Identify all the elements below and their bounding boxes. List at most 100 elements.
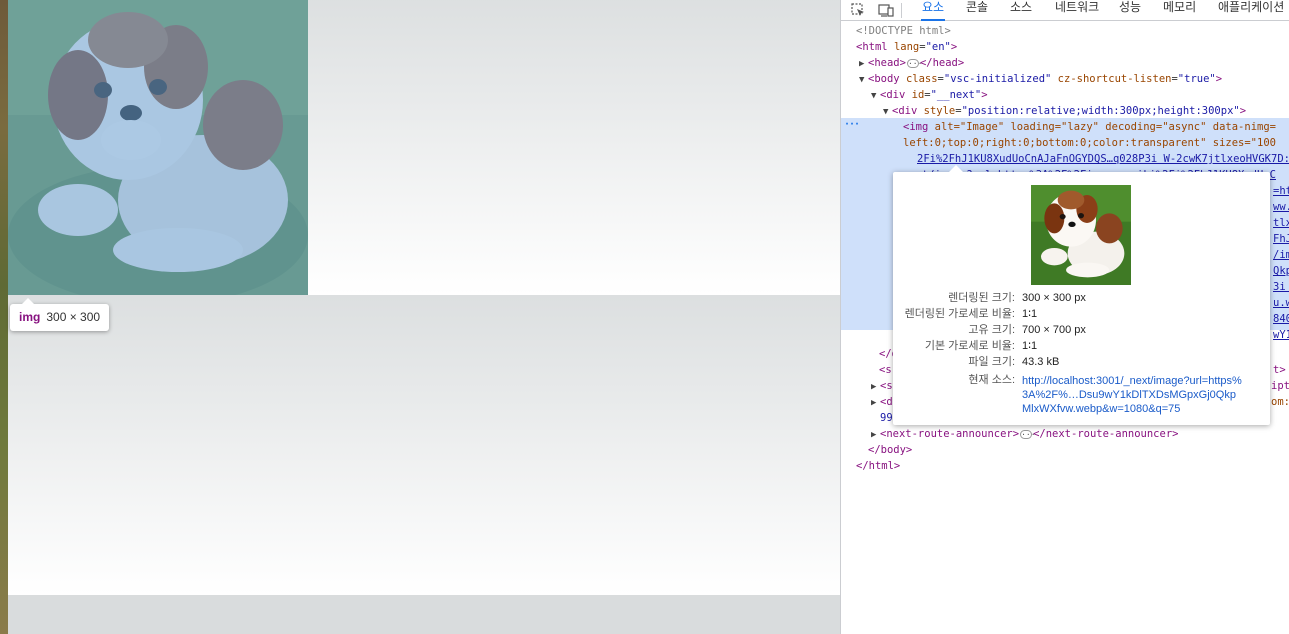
tree-next-div-node[interactable]: ▼ <div id="__next"> xyxy=(871,87,988,103)
tree-html-node[interactable]: <html lang="en"> xyxy=(856,39,957,55)
expand-triangle-icon[interactable]: ▶ xyxy=(859,56,868,72)
tree-head-node[interactable]: ▶ <head> ···</head> xyxy=(859,55,964,71)
img-src-line[interactable]: 2Fi%2FhJ1KU8XudUoCnAJaFnOGYDQS…q028P3i W… xyxy=(917,151,1289,167)
body-cz-value: "true" xyxy=(1177,73,1216,85)
srcset-fragment: u.wi xyxy=(1273,297,1289,309)
tree-script2-node[interactable]: ▶ <s xyxy=(871,378,893,394)
value-fragment: 99 xyxy=(880,412,893,424)
route-announcer-open-tag: <next-route-announcer> xyxy=(880,428,1020,440)
img-src-link[interactable]: 2Fi%2FhJ1KU8XudUoCnAJaFnOGYDQS…q028P3i W… xyxy=(917,153,1289,165)
current-source-link[interactable]: http://localhost:3001/_next/image?url=ht… xyxy=(1022,374,1242,416)
img-srcset-fragment: =htt xyxy=(1273,183,1289,199)
rendered-ratio-value: 1∶1 xyxy=(1022,308,1038,320)
popover-rendered-size: 렌더링된 크기: 300 × 300 px xyxy=(893,290,1270,306)
srcset-fragment: wY1k xyxy=(1273,329,1289,341)
img-srcset-fragment: 3i W xyxy=(1273,279,1289,295)
route-announcer-close-tag: </next-route-announcer> xyxy=(1033,428,1179,440)
popover-intrinsic-size: 고유 크기: 700 × 700 px xyxy=(893,322,1270,338)
srcset-fragment: 3i W xyxy=(1273,281,1289,293)
body-class-value: "vsc-initialized" xyxy=(943,73,1052,85)
tree-d-node-end: om: xyxy=(1271,394,1289,410)
collapse-triangle-icon[interactable]: ▼ xyxy=(859,72,868,88)
tree-script-node[interactable]: <s xyxy=(879,362,892,378)
img-srcset-fragment: tlxe xyxy=(1273,215,1289,231)
popover-intrinsic-ratio: 기본 가로세로 비율: 1∶1 xyxy=(893,338,1270,354)
div-tag: <div xyxy=(880,89,906,101)
img-attrs-continued: left:0;top:0;right:0;bottom:0;color:tran… xyxy=(903,137,1276,149)
tree-route-announcer-node[interactable]: ▶ <next-route-announcer> ···</next-route-a… xyxy=(871,426,1178,442)
tooltip-tag-name: img xyxy=(19,310,41,324)
img-srcset-fragment: u.wi xyxy=(1273,295,1289,311)
div-id-attr: id xyxy=(911,89,925,101)
srcset-fragment: /ima xyxy=(1273,249,1289,261)
tab-sources[interactable]: 소스 xyxy=(1010,0,1032,21)
img-srcset-fragment: 840w xyxy=(1273,311,1289,327)
doctype-text: <!DOCTYPE html> xyxy=(856,25,951,37)
html-close-tag: </html> xyxy=(856,460,901,472)
more-options-icon[interactable]: ··· xyxy=(844,119,860,130)
collapsed-ellipsis-icon[interactable]: ··· xyxy=(906,58,922,68)
html-lang-value: "en" xyxy=(925,41,951,53)
script-tag-fragment: <s xyxy=(879,364,892,376)
second-gradient-block xyxy=(8,295,840,595)
div-style-attr: style xyxy=(923,105,956,117)
img-srcset-fragment: ww.w xyxy=(1273,199,1289,215)
rendered-ratio-label: 렌더링된 가로세로 비율: xyxy=(904,308,1015,320)
body-close-tag: </body> xyxy=(868,444,913,456)
rendered-size-label: 렌더링된 크기: xyxy=(948,292,1015,304)
tab-application[interactable]: 애플리케이션 xyxy=(1218,0,1284,21)
img-srcset-fragment: QkpM xyxy=(1273,263,1289,279)
image-preview-popover: 렌더링된 크기: 300 × 300 px 렌더링된 가로세로 비율: 1∶1 … xyxy=(893,165,1270,425)
img-attrs-line: left:0;top:0;right:0;bottom:0;color:tran… xyxy=(903,135,1276,151)
device-toolbar-icon[interactable] xyxy=(878,2,894,18)
tree-style-div-node[interactable]: ▼ <div style="position:relative;width:300… xyxy=(883,103,1246,119)
collapse-triangle-icon[interactable]: ▼ xyxy=(883,104,892,120)
tabbar-separator xyxy=(901,3,902,18)
head-close-tag: </head> xyxy=(919,57,965,69)
expand-triangle-icon[interactable]: ▶ xyxy=(871,395,880,411)
srcset-fragment: FhJ1 xyxy=(1273,233,1289,245)
expand-triangle-icon[interactable]: ▶ xyxy=(871,427,880,443)
expand-triangle-icon[interactable]: ▶ xyxy=(871,379,880,395)
tree-img-node[interactable]: <img alt="Image" loading="lazy" decoding… xyxy=(903,119,1276,135)
img-srcset-fragment: FhJ1 xyxy=(1273,231,1289,247)
img-srcset-fragment: wY1k xyxy=(1273,327,1289,343)
popover-rendered-ratio: 렌더링된 가로세로 비율: 1∶1 xyxy=(893,306,1270,322)
tab-elements[interactable]: 요소 xyxy=(921,0,946,21)
tooltip-dimensions: 300 × 300 xyxy=(46,310,101,324)
attr-fragment: om: xyxy=(1271,396,1289,408)
div-tag: <div xyxy=(892,105,918,117)
tab-performance[interactable]: 성능 xyxy=(1119,0,1141,21)
html-lang-attr: lang xyxy=(893,41,920,53)
collapsed-ellipsis-icon[interactable]: ··· xyxy=(1020,429,1036,439)
tab-memory[interactable]: 메모리 xyxy=(1163,0,1196,21)
tree-d-node-cont: 99 xyxy=(880,410,893,426)
tree-body-node[interactable]: ▼ <body class="vsc-initialized" cz-shortc… xyxy=(859,71,1222,87)
page-viewport: img 300 × 300 xyxy=(0,0,840,634)
img-attrs: alt="Image" loading="lazy" decoding="asy… xyxy=(934,121,1276,133)
tree-doctype[interactable]: <!DOCTYPE html> xyxy=(856,23,951,39)
tree-d-node[interactable]: ▶ <d xyxy=(871,394,893,410)
current-source-label: 현재 소스: xyxy=(968,374,1015,386)
body-class-attr: class xyxy=(905,73,938,85)
srcset-fragment: 840w xyxy=(1273,313,1289,325)
element-size-tooltip: img 300 × 300 xyxy=(10,298,110,331)
div-style-value: "position:relative;width:300px;height:30… xyxy=(961,105,1240,117)
inspect-element-icon[interactable] xyxy=(850,2,866,18)
tab-network[interactable]: 네트워크 xyxy=(1055,0,1099,21)
tag-fragment: <d xyxy=(880,396,893,408)
collapse-triangle-icon[interactable]: ▼ xyxy=(871,88,880,104)
script-tag-fragment: t> xyxy=(1273,364,1286,376)
div-id-value: "__next" xyxy=(930,89,982,101)
file-size-value: 43.3 kB xyxy=(1022,356,1060,368)
tree-body-close[interactable]: </body> xyxy=(868,442,912,458)
popover-file-size: 파일 크기: 43.3 kB xyxy=(893,354,1270,370)
tree-html-close[interactable]: </html> xyxy=(856,458,900,474)
html-tag: <html xyxy=(856,41,888,53)
img-srcset-fragment: /ima xyxy=(1273,247,1289,263)
tab-console[interactable]: 콘솔 xyxy=(966,0,988,21)
srcset-fragment: QkpM xyxy=(1273,265,1289,277)
bottom-background-strip xyxy=(8,595,840,634)
intrinsic-ratio-value: 1∶1 xyxy=(1022,340,1038,352)
file-size-label: 파일 크기: xyxy=(968,356,1015,368)
